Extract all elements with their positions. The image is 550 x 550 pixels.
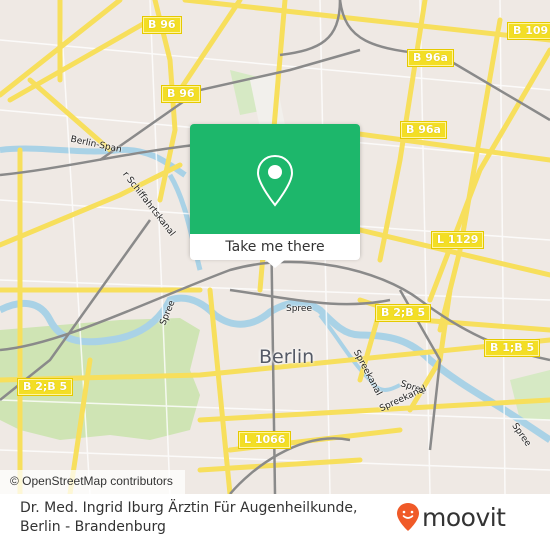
- road-shield: B 1;B 5: [484, 339, 541, 357]
- road-shield: B 96a: [400, 121, 447, 139]
- popup-pointer: [263, 258, 287, 268]
- road-shield: B 2;B 5: [375, 304, 432, 322]
- map-attribution[interactable]: © OpenStreetMap contributors: [0, 470, 185, 494]
- water-label: Spree: [286, 304, 313, 314]
- road-shield: L 1129: [431, 231, 485, 249]
- road-shield: B 96a: [407, 49, 454, 67]
- take-me-there-button[interactable]: Take me there: [190, 234, 360, 260]
- moovit-wordmark: moovit: [422, 502, 506, 532]
- park-east: [510, 370, 550, 420]
- road-shield: B 2;B 5: [17, 378, 74, 396]
- road-shield: L 1066: [238, 431, 292, 449]
- city-label: Berlin: [259, 346, 315, 368]
- place-name-line1: Dr. Med. Ingrid Iburg Ärztin Für Augenhe…: [20, 500, 358, 516]
- moovit-logo[interactable]: moovit: [396, 497, 506, 537]
- road-shield: B 109: [507, 22, 550, 40]
- road-shield: B 96: [161, 85, 201, 103]
- place-name-line2: Berlin - Brandenburg: [20, 519, 166, 535]
- location-popup[interactable]: Take me there: [190, 124, 360, 268]
- road-shield: B 96: [142, 16, 182, 34]
- map-pin-icon: [256, 154, 294, 207]
- popup-header: [190, 124, 360, 234]
- place-name: Dr. Med. Ingrid Iburg Ärztin Für Augenhe…: [20, 499, 380, 537]
- map[interactable]: B 96 B 96 B 109 B 96a B 96a L 1129 B 2;B…: [0, 0, 550, 494]
- moovit-pin-icon: [397, 503, 419, 531]
